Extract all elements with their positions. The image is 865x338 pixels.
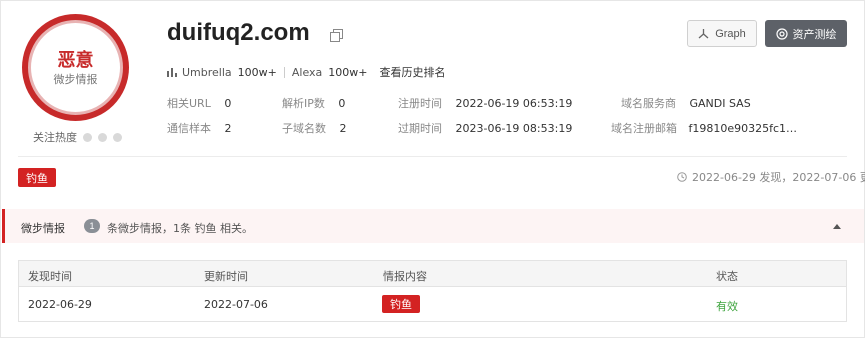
seen-info: 2022-06-29 发现，2022-07-06 更新 xyxy=(677,169,865,185)
domain-report-panel: 恶意 微步情报 关注热度 duifuq2.com Umbrella 100w+ … xyxy=(0,0,865,338)
field-subdomains: 子域名数 2 xyxy=(282,120,347,136)
verdict-source: 微步情报 xyxy=(53,73,98,86)
header-status: 状态 xyxy=(716,270,738,283)
heat-dot-icon xyxy=(98,132,107,142)
header-found-time: 发现时间 xyxy=(28,270,72,283)
field-value: 2023-06-19 08:53:19 xyxy=(455,122,573,135)
field-label: 域名服务商 xyxy=(621,97,676,110)
history-rank-link[interactable]: 查看历史排名 xyxy=(380,64,446,80)
row-content-tag: 钓鱼 xyxy=(382,295,420,313)
table-header: 发现时间 更新时间 情报内容 状态 xyxy=(19,261,846,287)
intel-section-header[interactable]: 微步情报 1 条微步情报，1条 钓鱼 相关。 xyxy=(2,209,864,243)
field-label: 子域名数 xyxy=(282,122,326,135)
verdict-ring: 恶意 微步情报 xyxy=(22,14,129,121)
field-value: GANDI SAS xyxy=(689,97,751,110)
field-resolved-ip: 解析IP数 0 xyxy=(282,95,345,111)
field-label: 过期时间 xyxy=(398,122,442,135)
umbrella-value: 100w+ xyxy=(237,65,277,79)
field-label: 域名注册邮箱 xyxy=(611,122,677,135)
bar-chart-icon xyxy=(167,68,177,77)
asset-mapping-button[interactable]: 资产测绘 xyxy=(765,20,847,47)
phishing-tag: 钓鱼 xyxy=(18,168,56,187)
field-reg-email: 域名注册邮箱 f19810e90325fc1… xyxy=(611,120,797,136)
attention-label: 关注热度 xyxy=(33,131,77,144)
field-label: 相关URL xyxy=(167,97,211,110)
field-value: 2022-06-19 06:53:19 xyxy=(455,97,573,110)
rank-divider xyxy=(283,66,285,78)
field-value[interactable]: 2 xyxy=(340,122,347,135)
field-related-url: 相关URL 0 xyxy=(167,95,231,111)
field-value[interactable]: 2 xyxy=(225,122,232,135)
header-updated-time: 更新时间 xyxy=(204,270,248,283)
rank-row: Umbrella 100w+ Alexa 100w+ 查看历史排名 xyxy=(167,64,446,80)
attention-heat: 关注热度 xyxy=(33,129,122,145)
seen-text: 2022-06-29 发现，2022-07-06 更新 xyxy=(692,171,865,184)
domain-title: duifuq2.com xyxy=(167,19,310,46)
row-found-time: 2022-06-29 xyxy=(28,298,92,311)
copy-icon[interactable] xyxy=(330,29,343,42)
divider xyxy=(18,156,847,157)
field-value[interactable]: 0 xyxy=(338,97,345,110)
intel-title: 微步情报 xyxy=(21,222,65,235)
intel-count-badge: 1 xyxy=(84,219,100,233)
verdict-label: 恶意 xyxy=(57,50,94,71)
row-status: 有效 xyxy=(716,300,738,313)
umbrella-label: Umbrella xyxy=(182,65,232,79)
field-value[interactable]: f19810e90325fc1… xyxy=(689,122,798,135)
graph-button-label: Graph xyxy=(715,27,746,40)
header-intel-content: 情报内容 xyxy=(383,270,427,283)
intel-summary: 条微步情报，1条 钓鱼 相关。 xyxy=(107,222,253,235)
field-registrar: 域名服务商 GANDI SAS xyxy=(621,95,751,111)
intel-table: 发现时间 更新时间 情报内容 状态 2022-06-29 2022-07-06 … xyxy=(18,260,847,322)
verdict-ring-inner: 恶意 微步情报 xyxy=(28,20,123,115)
field-value[interactable]: 0 xyxy=(224,97,231,110)
row-updated-time: 2022-07-06 xyxy=(204,298,268,311)
alexa-value: 100w+ xyxy=(328,65,368,79)
alexa-label: Alexa xyxy=(291,65,323,79)
graph-icon xyxy=(698,29,709,39)
field-label: 通信样本 xyxy=(167,122,211,135)
field-comm-samples: 通信样本 2 xyxy=(167,120,232,136)
heat-dot-icon xyxy=(83,132,92,142)
clock-icon xyxy=(677,172,687,182)
field-expire-time: 过期时间 2023-06-19 08:53:19 xyxy=(398,120,572,136)
field-reg-time: 注册时间 2022-06-19 06:53:19 xyxy=(398,95,572,111)
radar-icon xyxy=(775,27,788,40)
graph-button[interactable]: Graph xyxy=(687,20,757,47)
collapse-caret-icon[interactable] xyxy=(833,224,841,229)
heat-dot-icon xyxy=(113,132,122,142)
field-label: 注册时间 xyxy=(398,97,442,110)
field-label: 解析IP数 xyxy=(282,97,325,110)
asset-button-label: 资产测绘 xyxy=(792,27,837,41)
